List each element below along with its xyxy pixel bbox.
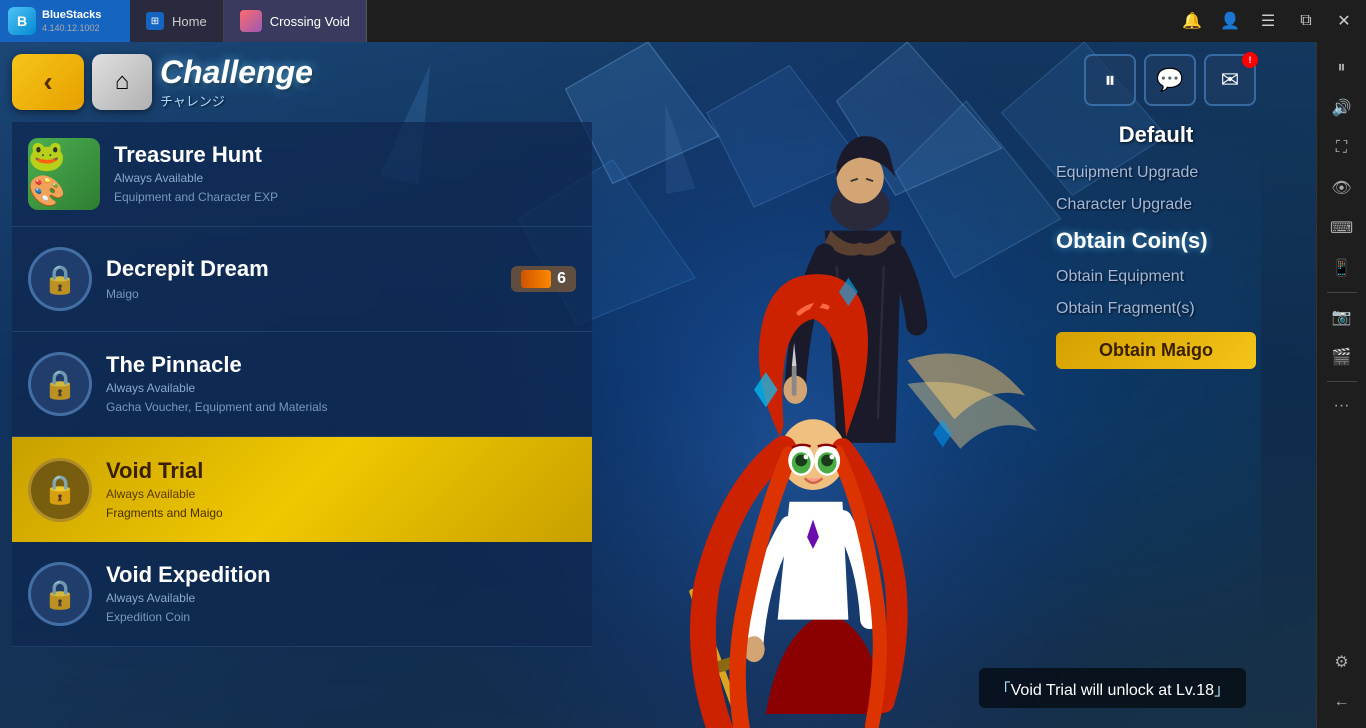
right-panel: Default Equipment Upgrade Character Upgr… [1056,122,1256,369]
challenge-item-decrepit-dream[interactable]: 🔒 Decrepit Dream Maigo 6 [12,227,592,332]
top-bar-actions: 🔔 👤 ☰ ⧉ ✕ [1174,3,1366,39]
void-trial-title: Void Trial [106,458,576,484]
default-label: Default [1056,122,1256,148]
treasure-hunt-title: Treasure Hunt [114,142,576,168]
decrepit-dream-badge: 6 [511,266,576,292]
challenge-title: Challenge [160,54,313,91]
notification-bell-btn[interactable]: 🔔 [1174,3,1210,39]
void-trial-availability: Always Available [106,487,576,501]
treasure-hunt-icon: 🐸🎨 [28,138,100,210]
sidebar-settings-btn[interactable]: ⚙ [1324,644,1360,680]
void-expedition-availability: Always Available [106,591,576,605]
game-tab-icon [240,10,262,32]
sidebar-eye-btn[interactable]: 👁 [1324,170,1360,206]
unlock-bracket-open: 「 [995,682,1011,699]
bluestacks-icon: B [8,7,36,35]
mail-button[interactable]: ✉ ! [1204,54,1256,106]
ticket-icon [521,270,551,288]
tab-game-crossing-void[interactable]: Crossing Void [224,0,367,42]
sidebar-keyboard-btn[interactable]: ⌨ [1324,210,1360,246]
pinnacle-lock: 🔒 [28,352,92,416]
void-expedition-lock: 🔒 [28,562,92,626]
sidebar-phone-btn[interactable]: 📱 [1324,250,1360,286]
unlock-text: Void Trial will unlock at Lv.18 [1011,682,1214,699]
sidebar-pause-btn[interactable]: ⏸ [1324,50,1360,86]
badge-count: 6 [557,270,566,288]
decrepit-dream-title: Decrepit Dream [106,256,497,282]
top-bar: B BlueStacks 4.140.12.1002 ⊞ Home Crossi… [0,0,1366,42]
challenge-list: 🐸🎨 Treasure Hunt Always Available Equipm… [12,122,592,647]
void-trial-info: Void Trial Always Available Fragments an… [106,458,576,522]
void-expedition-desc: Expedition Coin [106,609,576,626]
challenge-item-pinnacle[interactable]: 🔒 The Pinnacle Always Available Gacha Vo… [12,332,592,437]
bluestacks-logo: B BlueStacks 4.140.12.1002 [0,0,130,42]
pinnacle-title: The Pinnacle [106,352,576,378]
treasure-hunt-availability: Always Available [114,171,576,185]
menu-item-character-upgrade[interactable]: Character Upgrade [1056,190,1256,220]
menu-btn[interactable]: ☰ [1250,3,1286,39]
sidebar-record-btn[interactable]: 🎬 [1324,339,1360,375]
challenge-item-void-trial[interactable]: 🔒 Void Trial Always Available Fragments … [12,437,592,542]
decrepit-dream-lock: 🔒 [28,247,92,311]
mail-icon: ✉ [1221,67,1239,93]
menu-item-obtain-equipment[interactable]: Obtain Equipment [1056,262,1256,292]
menu-item-equipment-upgrade[interactable]: Equipment Upgrade [1056,158,1256,188]
home-button[interactable]: ⌂ [92,54,152,110]
sidebar-divider [1327,292,1357,293]
mail-badge: ! [1242,52,1258,68]
treasure-hunt-info: Treasure Hunt Always Available Equipment… [114,142,576,206]
restore-btn[interactable]: ⧉ [1288,3,1324,39]
challenge-title-block: Challenge チャレンジ [160,54,313,110]
game-top-right: ⏸ 💬 ✉ ! [1084,54,1256,106]
bluestacks-info: BlueStacks 4.140.12.1002 [42,9,101,32]
void-trial-desc: Fragments and Maigo [106,505,576,522]
sidebar-more-btn[interactable]: ··· [1324,388,1360,424]
back-button[interactable]: ‹ [12,54,84,110]
bluestacks-version: 4.140.12.1002 [42,23,101,33]
main-area: ‹ ⌂ Challenge チャレンジ ⏸ 💬 ✉ ! 🐸🎨 [0,42,1366,728]
home-tab-icon: ⊞ [146,12,164,30]
account-btn[interactable]: 👤 [1212,3,1248,39]
decrepit-dream-info: Decrepit Dream Maigo [106,256,497,303]
bluestacks-name: BlueStacks [42,9,101,22]
challenge-item-void-expedition[interactable]: 🔒 Void Expedition Always Available Exped… [12,542,592,647]
challenge-header: ‹ ⌂ Challenge チャレンジ [12,54,313,110]
close-btn[interactable]: ✕ [1326,3,1362,39]
sidebar-camera-btn[interactable]: 📷 [1324,299,1360,335]
chat-button[interactable]: 💬 [1144,54,1196,106]
pinnacle-availability: Always Available [106,381,576,395]
sidebar-fullscreen-btn[interactable]: ⛶ [1324,130,1360,166]
pause-button[interactable]: ⏸ [1084,54,1136,106]
treasure-hunt-desc: Equipment and Character EXP [114,189,576,206]
menu-item-obtain-fragments[interactable]: Obtain Fragment(s) [1056,294,1256,324]
void-trial-lock: 🔒 [28,458,92,522]
challenge-subtitle: チャレンジ [160,91,313,110]
sidebar-volume-btn[interactable]: 🔊 [1324,90,1360,126]
frog-palette-icon: 🐸🎨 [28,139,100,209]
tab-home[interactable]: ⊞ Home [130,0,224,42]
game-tab-label: Crossing Void [270,14,350,29]
menu-item-obtain-coins[interactable]: Obtain Coin(s) [1056,222,1256,260]
menu-item-obtain-maigo[interactable]: Obtain Maigo [1056,332,1256,369]
pinnacle-info: The Pinnacle Always Available Gacha Vouc… [106,352,576,416]
unlock-bracket-close: 」 [1214,682,1230,699]
right-sidebar: ⏸ 🔊 ⛶ 👁 ⌨ 📱 📷 🎬 ··· ⚙ ← [1316,42,1366,728]
unlock-message: 「Void Trial will unlock at Lv.18」 [979,668,1246,708]
pinnacle-desc: Gacha Voucher, Equipment and Materials [106,399,576,416]
sidebar-back-btn[interactable]: ← [1324,684,1360,720]
void-expedition-title: Void Expedition [106,562,576,588]
challenge-item-treasure-hunt[interactable]: 🐸🎨 Treasure Hunt Always Available Equipm… [12,122,592,227]
void-expedition-info: Void Expedition Always Available Expedit… [106,562,576,626]
home-tab-label: Home [172,14,207,29]
game-content: ‹ ⌂ Challenge チャレンジ ⏸ 💬 ✉ ! 🐸🎨 [0,42,1316,728]
decrepit-dream-desc: Maigo [106,286,497,303]
sidebar-divider-2 [1327,381,1357,382]
